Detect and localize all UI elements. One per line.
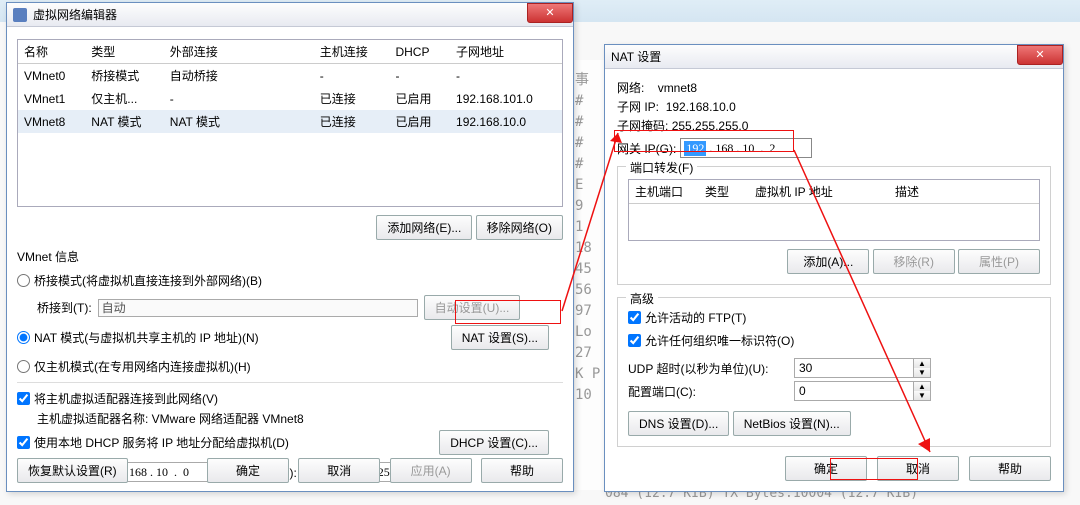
spin-up-icon[interactable]: ▲	[914, 359, 930, 368]
connect-host-check[interactable]: 将主机虚拟适配器连接到此网络(V)	[17, 390, 218, 407]
allow-org-checkbox[interactable]	[628, 334, 641, 347]
col-ext[interactable]: 外部连接	[164, 40, 314, 64]
udp-timeout-label: UDP 超时(以秒为单位)(U):	[628, 360, 788, 377]
bridged-radio[interactable]: 桥接模式(将虚拟机直接连接到外部网络)(B)	[17, 272, 262, 289]
vmnet-table[interactable]: 名称 类型 外部连接 主机连接 DHCP 子网地址 VMnet0 桥接模式 自动…	[17, 39, 563, 207]
table-row[interactable]: VMnet0 桥接模式 自动桥接 - - -	[18, 64, 562, 88]
col-host[interactable]: 主机连接	[314, 40, 390, 64]
subip-label: 子网 IP:	[617, 100, 659, 114]
net-label: 网络:	[617, 81, 644, 95]
cfg-port-spinner[interactable]: ▲▼	[794, 381, 931, 401]
bg-side-text: 事####E9118455697Lo27K P10	[575, 60, 605, 490]
nat-title: NAT 设置	[611, 48, 661, 65]
col-name[interactable]: 名称	[18, 40, 85, 64]
remove-network-button[interactable]: 移除网络(O)	[476, 215, 563, 240]
nat-radio[interactable]: NAT 模式(与虚拟机共享主机的 IP 地址)(N)	[17, 329, 259, 346]
col-dhcp[interactable]: DHCP	[389, 40, 450, 64]
host-adapter-name: 主机虚拟适配器名称: VMware 网络适配器 VMnet8	[37, 410, 563, 427]
bridged-to-select[interactable]	[98, 299, 418, 317]
col-subnet[interactable]: 子网地址	[450, 40, 562, 64]
nat-help-button[interactable]: 帮助	[969, 456, 1051, 481]
pf-props-button[interactable]: 属性(P)	[958, 249, 1040, 274]
vne-titlebar[interactable]: 虚拟网络编辑器	[7, 3, 573, 27]
net-value: vmnet8	[658, 81, 697, 95]
use-dhcp-checkbox[interactable]	[17, 436, 30, 449]
cfg-port-input[interactable]	[794, 381, 914, 401]
vmnet-info-label: VMnet 信息	[17, 248, 563, 265]
col-type[interactable]: 类型	[85, 40, 163, 64]
gateway-label: 网关 IP(G):	[617, 140, 676, 157]
vne-ok-button[interactable]: 确定	[207, 458, 289, 483]
spin-down-icon[interactable]: ▼	[914, 391, 930, 400]
advanced-group: 高级 允许活动的 FTP(T) 允许任何组织唯一标识符(O) UDP 超时(以秒…	[617, 297, 1051, 447]
nat-ok-button[interactable]: 确定	[785, 456, 867, 481]
dhcp-settings-button[interactable]: DHCP 设置(C)...	[439, 430, 549, 455]
udp-timeout-spinner[interactable]: ▲▼	[794, 358, 931, 378]
cfg-port-label: 配置端口(C):	[628, 383, 788, 400]
vne-help-button[interactable]: 帮助	[481, 458, 563, 483]
close-icon[interactable]: ✕	[527, 3, 573, 23]
port-forward-group: 端口转发(F) 主机端口 类型 虚拟机 IP 地址 描述 添加(A)... 移除…	[617, 166, 1051, 285]
vne-apply-button[interactable]: 应用(A)	[390, 458, 472, 483]
bridged-to-label: 桥接到(T):	[37, 299, 92, 316]
pf-col-type[interactable]: 类型	[699, 180, 749, 204]
nat-cancel-button[interactable]: 取消	[877, 456, 959, 481]
port-forward-table[interactable]: 主机端口 类型 虚拟机 IP 地址 描述	[628, 179, 1040, 241]
table-row[interactable]: VMnet1 仅主机... - 已连接 已启用 192.168.101.0	[18, 87, 562, 110]
mask-value: 255.255.255.0	[672, 119, 749, 133]
netbios-settings-button[interactable]: NetBios 设置(N)...	[733, 411, 851, 436]
pf-col-desc[interactable]: 描述	[889, 180, 1039, 204]
dns-settings-button[interactable]: DNS 设置(D)...	[628, 411, 729, 436]
mask-label: 子网掩码:	[617, 119, 668, 133]
use-dhcp-check[interactable]: 使用本地 DHCP 服务将 IP 地址分配给虚拟机(D)	[17, 434, 289, 451]
nat-radio-input[interactable]	[17, 331, 30, 344]
allow-org-check[interactable]: 允许任何组织唯一标识符(O)	[628, 332, 794, 349]
auto-settings-button[interactable]: 自动设置(U)...	[424, 295, 521, 320]
nat-settings-window: NAT 设置 ✕ 网络: vmnet8 子网 IP: 192.168.10.0 …	[604, 44, 1064, 492]
virtual-network-editor-window: 虚拟网络编辑器 ✕ 名称 类型 外部连接 主机连接 DHCP 子网地址	[6, 2, 574, 492]
nat-settings-button[interactable]: NAT 设置(S)...	[451, 325, 549, 350]
nat-titlebar[interactable]: NAT 设置	[605, 45, 1063, 69]
pf-col-hostport[interactable]: 主机端口	[629, 180, 699, 204]
pf-remove-button[interactable]: 移除(R)	[873, 249, 955, 274]
vne-app-icon	[13, 8, 27, 22]
spin-up-icon[interactable]: ▲	[914, 382, 930, 391]
spin-down-icon[interactable]: ▼	[914, 368, 930, 377]
table-row[interactable]: VMnet8 NAT 模式 NAT 模式 已连接 已启用 192.168.10.…	[18, 110, 562, 133]
restore-defaults-button[interactable]: 恢复默认设置(R)	[17, 458, 128, 483]
close-icon[interactable]: ✕	[1017, 45, 1063, 65]
vne-cancel-button[interactable]: 取消	[298, 458, 380, 483]
gateway-ip-input[interactable]: 192 . 168 . 10 . 2	[680, 138, 812, 158]
pf-add-button[interactable]: 添加(A)...	[787, 249, 869, 274]
allow-ftp-check[interactable]: 允许活动的 FTP(T)	[628, 309, 746, 326]
connect-host-checkbox[interactable]	[17, 392, 30, 405]
vne-title: 虚拟网络编辑器	[33, 6, 117, 23]
pf-col-vmip[interactable]: 虚拟机 IP 地址	[749, 180, 889, 204]
udp-timeout-input[interactable]	[794, 358, 914, 378]
allow-ftp-checkbox[interactable]	[628, 311, 641, 324]
port-forward-label: 端口转发(F)	[626, 159, 697, 176]
add-network-button[interactable]: 添加网络(E)...	[376, 215, 472, 240]
bridged-radio-input[interactable]	[17, 274, 30, 287]
hostonly-radio[interactable]: 仅主机模式(在专用网络内连接虚拟机)(H)	[17, 358, 251, 375]
subip-value: 192.168.10.0	[666, 100, 736, 114]
advanced-label: 高级	[626, 290, 658, 307]
hostonly-radio-input[interactable]	[17, 360, 30, 373]
